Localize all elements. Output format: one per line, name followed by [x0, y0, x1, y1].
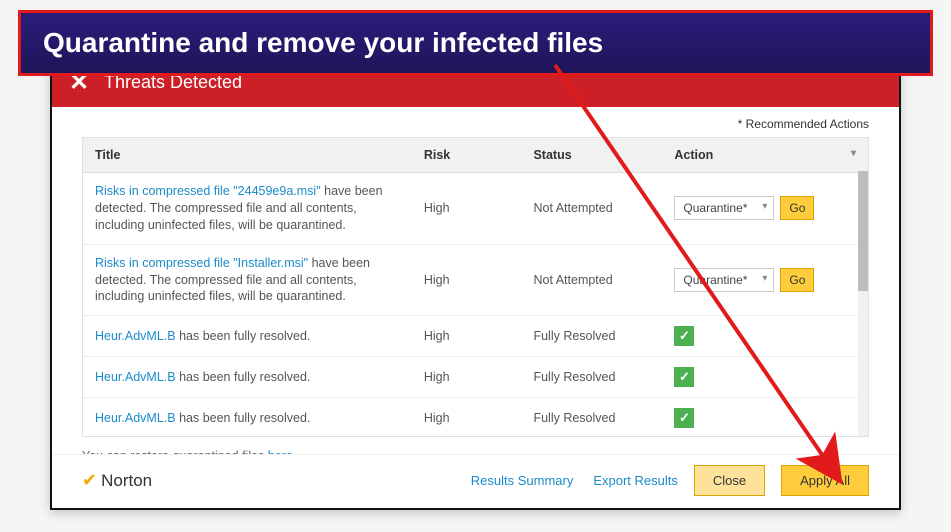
table-row: Heur.AdvML.B has been fully resolved. Hig…: [83, 316, 866, 357]
risk-cell: High: [412, 316, 522, 357]
threat-desc-text: has been fully resolved.: [176, 411, 311, 425]
risk-cell: High: [412, 357, 522, 398]
action-select[interactable]: Quarantine*: [674, 268, 774, 292]
threat-link[interactable]: Risks in compressed file "24459e9a.msi": [95, 184, 321, 198]
status-cell: Fully Resolved: [521, 398, 662, 436]
table-row: Heur.AdvML.B has been fully resolved. Hig…: [83, 357, 866, 398]
apply-all-button[interactable]: Apply All: [781, 465, 869, 496]
restore-here-link[interactable]: here: [268, 449, 293, 454]
risk-cell: High: [412, 398, 522, 436]
threats-scroll[interactable]: Title Risk Status Action Risks in compre…: [83, 138, 868, 436]
threat-link[interactable]: Heur.AdvML.B: [95, 329, 176, 343]
export-results-link[interactable]: Export Results: [593, 473, 678, 488]
go-button[interactable]: Go: [780, 268, 814, 292]
brand-text: Norton: [101, 471, 152, 491]
threats-table-wrap: Title Risk Status Action Risks in compre…: [82, 137, 869, 437]
close-button[interactable]: Close: [694, 465, 765, 496]
col-header-action[interactable]: Action: [662, 138, 866, 173]
table-row: Heur.AdvML.B has been fully resolved. Hig…: [83, 398, 866, 436]
col-header-title[interactable]: Title: [83, 138, 412, 173]
risk-cell: High: [412, 244, 522, 316]
threat-link[interactable]: Heur.AdvML.B: [95, 411, 176, 425]
norton-check-icon: ✔: [82, 470, 97, 491]
table-row: Risks in compressed file "24459e9a.msi" …: [83, 173, 866, 245]
col-header-risk[interactable]: Risk: [412, 138, 522, 173]
threat-link[interactable]: Heur.AdvML.B: [95, 370, 176, 384]
go-button[interactable]: Go: [780, 196, 814, 220]
action-select[interactable]: Quarantine*: [674, 196, 774, 220]
footer: ✔ Norton Results Summary Export Results …: [52, 454, 899, 508]
resolved-check-icon: ✓: [674, 408, 694, 428]
threats-window: ✕ Threats Detected * Recommended Actions…: [50, 55, 901, 510]
risk-cell: High: [412, 173, 522, 245]
table-row: Risks in compressed file "Installer.msi"…: [83, 244, 866, 316]
col-header-status[interactable]: Status: [521, 138, 662, 173]
resolved-check-icon: ✓: [674, 326, 694, 346]
resolved-check-icon: ✓: [674, 367, 694, 387]
status-cell: Fully Resolved: [521, 316, 662, 357]
norton-logo: ✔ Norton: [82, 470, 152, 491]
recommended-actions-label: * Recommended Actions: [82, 117, 869, 131]
threat-desc-text: has been fully resolved.: [176, 370, 311, 384]
status-cell: Not Attempted: [521, 173, 662, 245]
restore-note: You can restore quarantined files here.: [82, 449, 869, 454]
threat-link[interactable]: Risks in compressed file "Installer.msi": [95, 256, 308, 270]
status-cell: Not Attempted: [521, 244, 662, 316]
annotation-callout: Quarantine and remove your infected file…: [18, 10, 933, 76]
status-cell: Fully Resolved: [521, 357, 662, 398]
scrollbar-thumb[interactable]: [858, 171, 868, 291]
scrollbar-track[interactable]: [858, 138, 868, 436]
threat-desc-text: has been fully resolved.: [176, 329, 311, 343]
threats-table: Title Risk Status Action Risks in compre…: [83, 138, 866, 436]
callout-text: Quarantine and remove your infected file…: [43, 27, 603, 58]
window-body: * Recommended Actions Title Risk Status …: [52, 107, 899, 454]
results-summary-link[interactable]: Results Summary: [471, 473, 574, 488]
